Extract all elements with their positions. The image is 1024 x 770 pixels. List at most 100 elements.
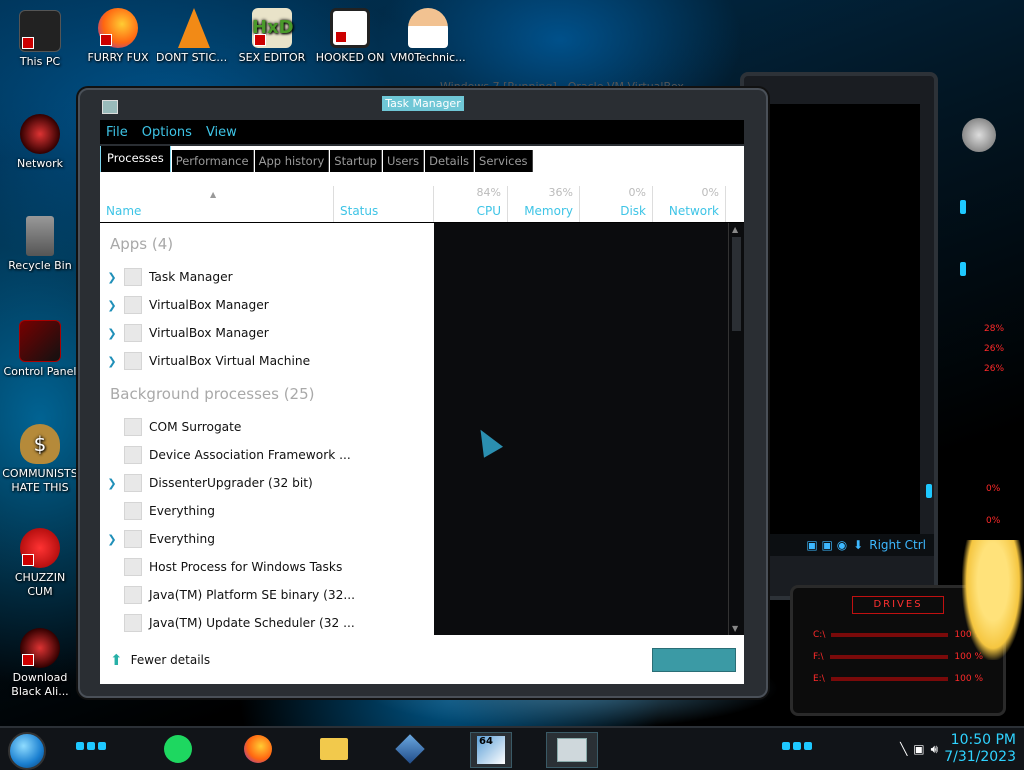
expand-chevron-icon[interactable]: ❯ (100, 533, 124, 546)
tab-app-history[interactable]: App history (254, 150, 330, 172)
taskbar-windows7-vm[interactable]: 64 (470, 732, 512, 768)
volume-icon[interactable]: 🔊︎ (931, 742, 939, 757)
alien-percent: 28% (984, 324, 1005, 334)
tab-details[interactable]: Details (425, 150, 475, 172)
process-row[interactable]: ❯ Everything (100, 525, 434, 553)
process-row[interactable]: Java(TM) Platform SE binary (32... (100, 581, 434, 609)
column-status-label: Status (340, 204, 379, 218)
tab-performance[interactable]: Performance (171, 150, 254, 172)
vm-screen[interactable] (758, 104, 920, 536)
desktop-icon-network[interactable]: Network (2, 114, 78, 171)
process-row[interactable]: Host Process for Windows Tasks (100, 553, 434, 581)
desktop-icon-control-panel[interactable]: Control Panel (2, 320, 78, 379)
desktop-icon-communists[interactable]: $ COMMUNISTS HATE THIS G... (2, 424, 78, 495)
process-name: Everything (149, 504, 215, 518)
column-headers: ▲ Name Status 84% CPU 36% Memory 0% Disk… (100, 186, 744, 223)
cpu-total-pct: 84% (476, 186, 501, 199)
taskbar-spotify[interactable] (158, 732, 198, 766)
process-row[interactable]: ❯ VirtualBox Virtual Machine (100, 347, 434, 375)
task-manager-window[interactable]: Task Manager File Options View Processes… (78, 88, 768, 698)
show-hidden-icons-icon[interactable]: ╲ (900, 742, 907, 756)
start-orb-button[interactable] (8, 732, 46, 770)
expand-chevron-icon[interactable]: ❯ (100, 327, 124, 340)
column-cpu-label: CPU (476, 204, 501, 218)
network-icon[interactable]: ▣ (913, 742, 924, 756)
process-icon (124, 352, 142, 370)
group-header-apps: Apps (4) (110, 235, 174, 253)
clock-time: 10:50 PM (950, 732, 1016, 748)
desktop-icon-label: Recycle Bin (8, 259, 72, 272)
menu-options[interactable]: Options (142, 125, 192, 140)
expand-chevron-icon[interactable]: ❯ (100, 299, 124, 312)
taskbar-firefox[interactable] (238, 732, 278, 766)
memory-total-pct: 36% (548, 186, 573, 199)
expand-chevron-icon[interactable]: ❯ (100, 355, 124, 368)
menu-file[interactable]: File (106, 125, 128, 140)
taskbar-file-explorer[interactable] (314, 732, 354, 766)
scrollbar-thumb[interactable] (732, 237, 741, 331)
chuzzle-icon (20, 528, 60, 568)
process-row[interactable]: ❯ Task Manager (100, 263, 434, 291)
taskbar-accent (76, 742, 110, 752)
desktop-icon-furry-fux[interactable]: FURRY FUX (80, 8, 156, 65)
process-row[interactable]: ❯ VirtualBox Manager (100, 319, 434, 347)
column-network[interactable]: 0% Network (653, 186, 726, 222)
drive-row: F:\ 100 % (813, 652, 983, 662)
desktop-icon-sex-editor[interactable]: HxD SEX EDITOR (234, 8, 310, 65)
vertical-scrollbar[interactable]: ▲ ▼ (728, 223, 744, 635)
expand-chevron-icon[interactable]: ❯ (100, 477, 124, 490)
desktop-icon-label: CHUZZIN CUM (14, 571, 66, 598)
expand-chevron-icon[interactable]: ❯ (100, 271, 124, 284)
fewer-details-button[interactable]: ⬆ Fewer details (110, 651, 210, 669)
scroll-up-arrow-icon[interactable]: ▲ (732, 225, 738, 234)
process-name: COM Surrogate (149, 420, 242, 434)
process-row[interactable]: COM Surrogate (100, 413, 434, 441)
title-bar[interactable]: Task Manager (80, 96, 766, 118)
process-row[interactable]: Everything (100, 497, 434, 525)
column-network-label: Network (668, 204, 719, 218)
process-name: DissenterUpgrader (32 bit) (149, 476, 313, 490)
end-task-button[interactable] (652, 648, 736, 672)
desktop-icon-dont-stick[interactable]: DONT STICK TI... (156, 8, 232, 65)
process-name: VirtualBox Manager (149, 326, 269, 340)
tab-startup[interactable]: Startup (330, 150, 382, 172)
desktop-icon-vm0technic[interactable]: VM0Technic... (390, 8, 466, 65)
scroll-down-arrow-icon[interactable]: ▼ (732, 624, 738, 633)
column-cpu[interactable]: 84% CPU (434, 186, 508, 222)
process-icon (124, 502, 142, 520)
desktop-icon-recycle-bin[interactable]: Recycle Bin (2, 216, 78, 273)
drive-letter: C:\ (813, 630, 826, 640)
taskbar-virtualbox[interactable] (390, 732, 430, 766)
process-icon (124, 530, 142, 548)
money-bag-icon: $ (20, 424, 60, 464)
clock[interactable]: 10:50 PM 7/31/2023 (944, 732, 1016, 766)
process-row[interactable]: ❯ DissenterUpgrader (32 bit) (100, 469, 434, 497)
tab-services[interactable]: Services (475, 150, 533, 172)
desktop-icon-hooked-on[interactable]: HOOKED ON (312, 8, 388, 65)
taskbar: 64 ╲ ▣ 🔊︎ 10:50 PM 7/31/2023 (0, 726, 1024, 770)
virtualbox-vm-window[interactable]: ▣ ▣ ◉ ⬇ Right Ctrl (740, 72, 938, 600)
column-name[interactable]: Name (100, 186, 334, 222)
process-row[interactable]: Java(TM) Update Scheduler (32 ... (100, 609, 434, 637)
firefox-icon (244, 735, 272, 763)
column-disk-label: Disk (620, 204, 646, 218)
process-icon (124, 614, 142, 632)
column-disk[interactable]: 0% Disk (580, 186, 653, 222)
accent-strip (960, 262, 966, 276)
task-manager-icon (557, 738, 587, 762)
vm-statusbar: ▣ ▣ ◉ ⬇ Right Ctrl (744, 534, 934, 556)
column-memory[interactable]: 36% Memory (508, 186, 580, 222)
desktop-icon-download-black-alien[interactable]: Download Black Ali... (2, 628, 78, 699)
taskbar-task-manager[interactable] (546, 732, 598, 768)
process-name: Java(TM) Platform SE binary (32... (149, 588, 355, 602)
process-row[interactable]: Device Association Framework ... (100, 441, 434, 469)
process-row[interactable]: ❯ VirtualBox Manager (100, 291, 434, 319)
menu-view[interactable]: View (206, 125, 237, 140)
cartoon-character-image (962, 540, 1024, 660)
tab-processes[interactable]: Processes (100, 146, 171, 172)
column-status[interactable]: Status (334, 186, 434, 222)
desktop-icon-this-pc[interactable]: This PC (2, 10, 78, 69)
alien-percent: 0% (986, 516, 1001, 526)
tab-users[interactable]: Users (382, 150, 425, 172)
desktop-icon-chuzzin[interactable]: CHUZZIN CUM (2, 528, 78, 599)
